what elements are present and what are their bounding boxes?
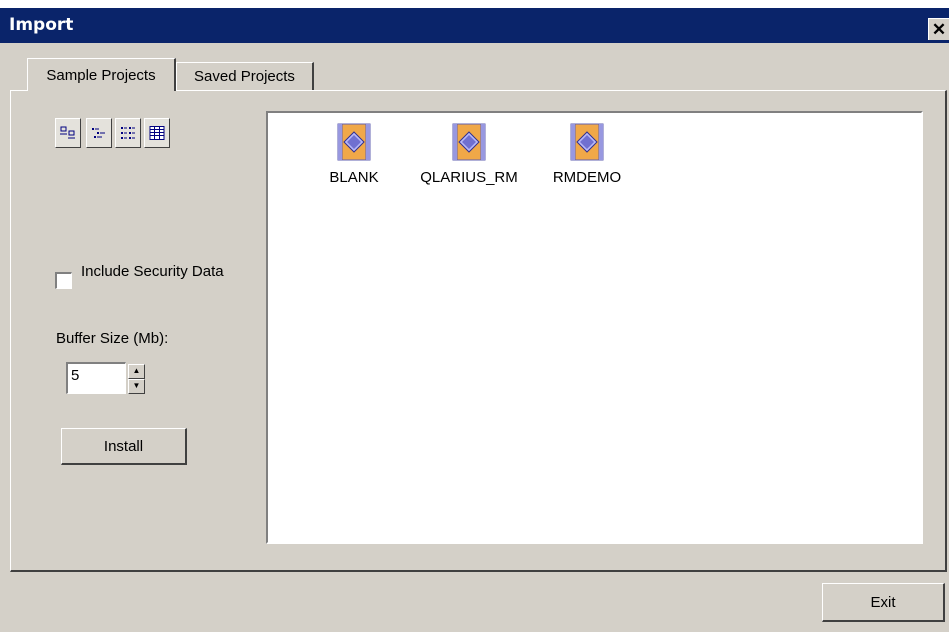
- title-bar: Import ✕: [0, 8, 949, 43]
- tab-saved-projects[interactable]: Saved Projects: [176, 62, 314, 90]
- exit-button-label: Exit: [870, 593, 896, 611]
- window-top-edge: [0, 0, 949, 8]
- exit-button[interactable]: Exit: [822, 583, 945, 622]
- tab-sample-projects[interactable]: Sample Projects: [27, 58, 176, 91]
- tab-label: Saved Projects: [194, 68, 295, 85]
- close-icon: ✕: [931, 20, 947, 39]
- tab-label: Sample Projects: [46, 66, 156, 84]
- window-title: Import: [9, 15, 74, 35]
- close-button[interactable]: ✕: [928, 18, 949, 40]
- tab-panel: [10, 90, 947, 572]
